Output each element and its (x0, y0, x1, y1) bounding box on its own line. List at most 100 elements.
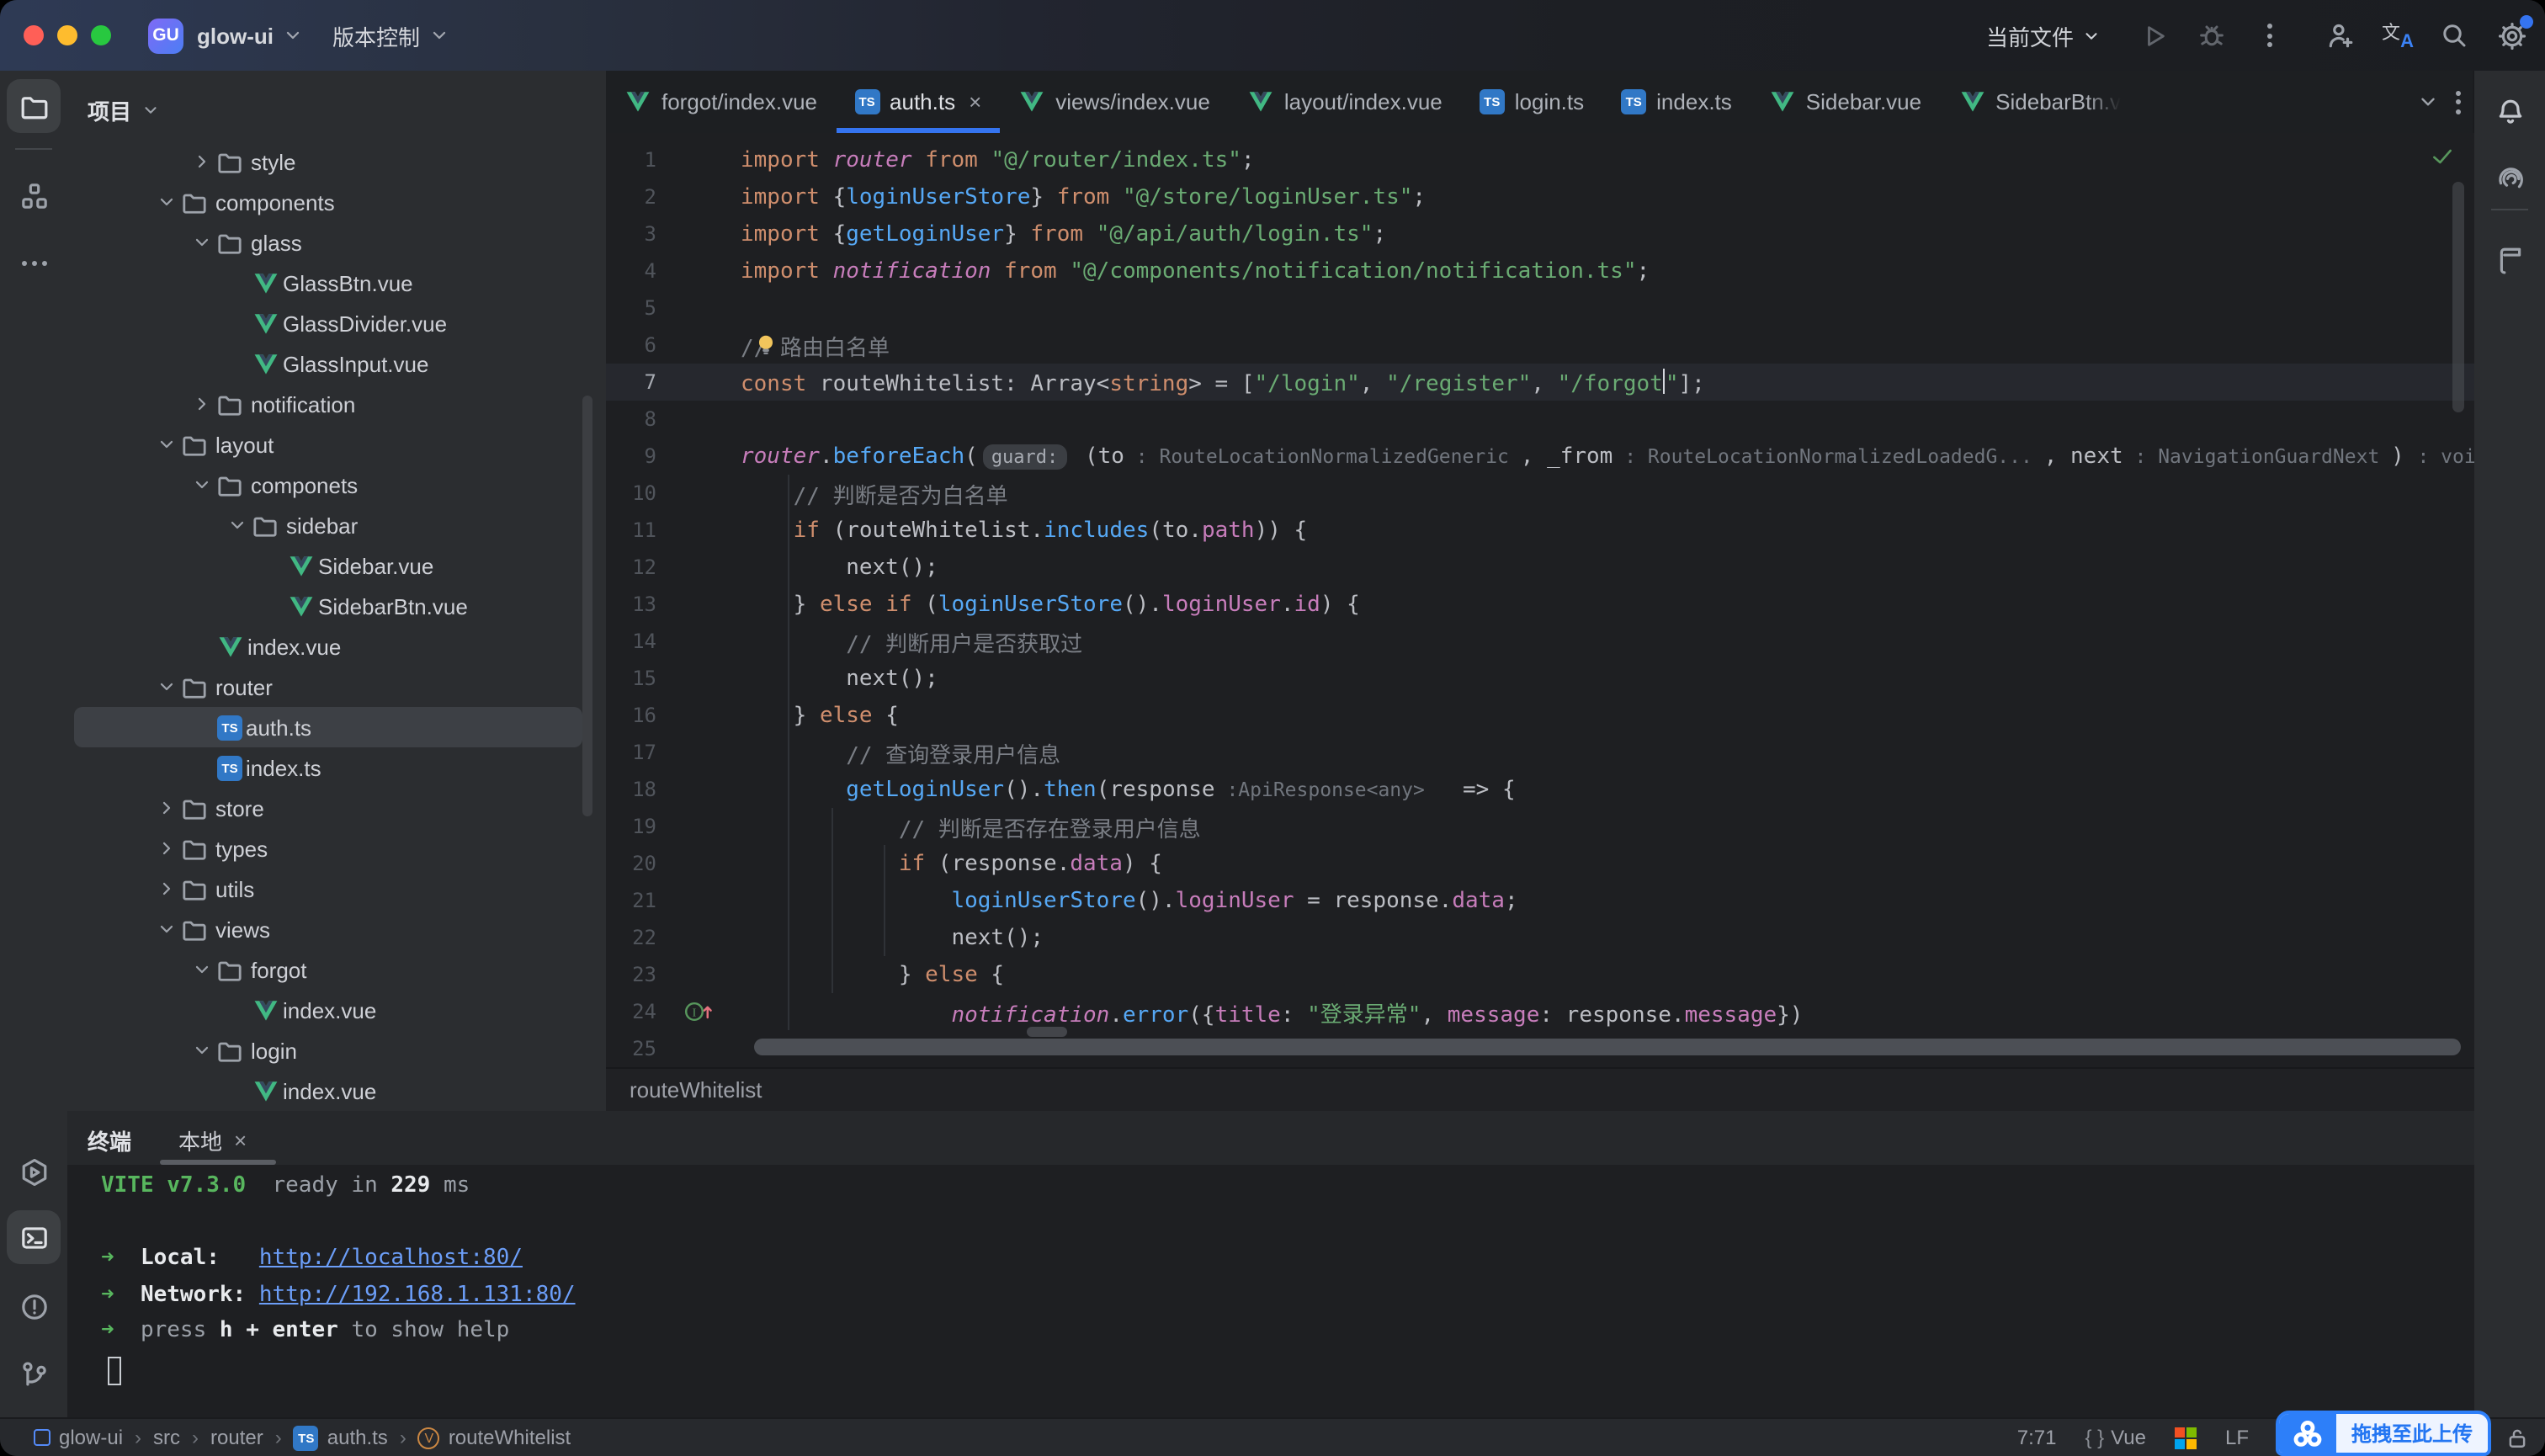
editor-tab-sidebar-vue[interactable]: Sidebar.vue (1751, 71, 1940, 133)
tab-list-chevron-icon[interactable] (2417, 91, 2439, 113)
git-branch-icon[interactable] (7, 1347, 61, 1400)
terminal-link[interactable]: http://localhost:80/ (259, 1246, 523, 1271)
tree-item-login[interactable]: login (74, 1030, 582, 1071)
run-button[interactable] (2138, 19, 2171, 52)
vcs-widget[interactable]: 版本控制 (332, 19, 449, 51)
chevron-down-icon[interactable] (151, 431, 182, 458)
editor-horizontal-scrollbar[interactable] (754, 1039, 2461, 1055)
language-widget[interactable]: { } Vue (2085, 1426, 2146, 1449)
editor-tab-auth-ts[interactable]: TS auth.ts × (836, 71, 1000, 133)
problems-tool-icon[interactable] (7, 1279, 61, 1333)
chevron-right-icon[interactable] (187, 148, 217, 175)
tree-item-notification[interactable]: notification (74, 384, 582, 424)
project-tree: style components glass GlassBtn.vue GlassDiv… (67, 141, 606, 1141)
tree-item-glassbtn-vue[interactable]: GlassBtn.vue (74, 263, 582, 303)
recursive-call-gutter-icon[interactable]: I (683, 1000, 717, 1023)
netdisk-upload-widget[interactable]: 拖拽至此上传 (2276, 1411, 2491, 1456)
chevron-right-icon[interactable] (151, 875, 182, 902)
translation-dictionary-icon[interactable] (2483, 232, 2537, 286)
tree-item-style[interactable]: style (74, 141, 582, 182)
translate-icon[interactable]: 文A (2380, 19, 2414, 52)
project-tool-icon[interactable] (7, 79, 61, 133)
tree-item-glassdivider-vue[interactable]: GlassDivider.vue (74, 303, 582, 343)
tree-item-sidebar-vue[interactable]: Sidebar.vue (74, 545, 582, 586)
tree-item-glass[interactable]: glass (74, 222, 582, 263)
chevron-down-icon[interactable] (151, 673, 182, 700)
project-panel-header[interactable]: 项目 (67, 71, 606, 126)
chevron-down-icon[interactable] (187, 1037, 217, 1064)
minimize-window-button[interactable] (57, 25, 77, 45)
tree-item-index-ts[interactable]: TS index.ts (74, 747, 582, 788)
svg-text:I: I (693, 1007, 697, 1019)
zoom-window-button[interactable] (91, 25, 111, 45)
tree-item-views[interactable]: views (74, 909, 582, 949)
terminal-link[interactable]: http://192.168.1.131:80/ (259, 1282, 576, 1307)
tree-item-index-vue[interactable]: index.vue (74, 626, 582, 667)
tree-item-utils[interactable]: utils (74, 869, 582, 909)
tab-options-kebab-icon[interactable] (2456, 90, 2461, 114)
chevron-down-icon[interactable] (151, 916, 182, 943)
project-avatar[interactable]: GU (148, 18, 183, 53)
run-configuration-selector[interactable]: 当前文件 (1986, 19, 2101, 51)
search-everywhere-icon[interactable] (2437, 19, 2471, 52)
terminal-output[interactable]: VITE v7.3.0 ready in 229 ms ➜ Local: http… (101, 1168, 2457, 1419)
chevron-right-icon[interactable] (187, 391, 217, 417)
services-tool-icon[interactable] (7, 1145, 61, 1198)
status-crumb-router[interactable]: router (210, 1426, 263, 1449)
settings-gear-icon[interactable] (2495, 15, 2533, 52)
status-crumb-glow-ui[interactable]: glow-ui (34, 1426, 123, 1449)
editor-tab-views-index-vue[interactable]: views/index.vue (1000, 71, 1229, 133)
tree-item-store[interactable]: store (74, 788, 582, 828)
chevron-down-icon[interactable] (151, 189, 182, 215)
editor-tab-layout-index-vue[interactable]: layout/index.vue (1229, 71, 1461, 133)
inspections-ok-check-icon[interactable] (2431, 145, 2454, 168)
caret-position-widget[interactable]: 7:71 (2017, 1426, 2057, 1449)
unlock-icon[interactable] (2506, 1427, 2528, 1449)
close-window-button[interactable] (24, 25, 44, 45)
tree-item-sidebarbtn-vue[interactable]: SidebarBtn.vue (74, 586, 582, 626)
microsoft-plugin-icon[interactable] (2174, 1427, 2197, 1448)
code-editor[interactable]: 1 import router from "@/router/index.ts";… (606, 133, 2474, 1067)
tree-item-components[interactable]: components (74, 182, 582, 222)
tree-item-forgot[interactable]: forgot (74, 949, 582, 990)
line-ending-widget[interactable]: LF (2225, 1426, 2249, 1449)
tree-item-index-vue[interactable]: index.vue (74, 990, 582, 1030)
structure-tool-icon[interactable] (7, 168, 61, 222)
tree-item-glassinput-vue[interactable]: GlassInput.vue (74, 343, 582, 384)
ai-assistant-icon[interactable] (2483, 151, 2537, 205)
editor-tab-index-ts[interactable]: TS index.ts (1602, 71, 1751, 133)
debug-button[interactable] (2195, 19, 2229, 52)
tree-item-sidebar[interactable]: sidebar (74, 505, 582, 545)
intention-lightbulb-icon[interactable] (754, 333, 778, 357)
tree-item-router[interactable]: router (74, 667, 582, 707)
chevron-down-icon[interactable] (187, 229, 217, 256)
terminal-tool-icon[interactable] (7, 1210, 61, 1264)
terminal-tab-local[interactable]: 本地 × (178, 1124, 247, 1156)
editor-tab-login-ts[interactable]: TS login.ts (1461, 71, 1602, 133)
code-with-me-icon[interactable] (2323, 19, 2356, 52)
more-actions-button[interactable] (2252, 19, 2286, 52)
tree-item-types[interactable]: types (74, 828, 582, 869)
chevron-down-icon[interactable] (222, 512, 252, 539)
project-selector[interactable]: glow-ui (197, 23, 302, 48)
tree-item-layout[interactable]: layout (74, 424, 582, 465)
editor-tab-sidebarbtn-v[interactable]: SidebarBtn.v (1940, 71, 2139, 133)
tree-item-auth-ts[interactable]: TS auth.ts (74, 707, 582, 747)
tab-close-icon[interactable]: × (969, 89, 981, 114)
editor-vertical-scrollbar[interactable] (2452, 182, 2464, 412)
chevron-down-icon[interactable] (187, 471, 217, 498)
chevron-down-icon[interactable] (187, 956, 217, 983)
chevron-right-icon[interactable] (151, 835, 182, 862)
notifications-bell-icon[interactable] (2483, 84, 2537, 138)
status-crumb-routewhitelist[interactable]: VrouteWhitelist (417, 1426, 571, 1449)
tree-item-componets[interactable]: componets (74, 465, 582, 505)
tree-scrollbar[interactable] (582, 396, 592, 816)
status-crumb-auth-ts[interactable]: TS auth.ts (293, 1425, 388, 1450)
breadcrumb[interactable]: routeWhitelist (630, 1077, 762, 1103)
status-crumb-src[interactable]: src (153, 1426, 180, 1449)
editor-tab-forgot-index-vue[interactable]: forgot/index.vue (606, 71, 836, 133)
tree-item-index-vue[interactable]: index.vue (74, 1071, 582, 1111)
more-tool-windows-icon[interactable] (7, 236, 61, 290)
chevron-right-icon[interactable] (151, 794, 182, 821)
terminal-tab-close-icon[interactable]: × (234, 1128, 247, 1153)
